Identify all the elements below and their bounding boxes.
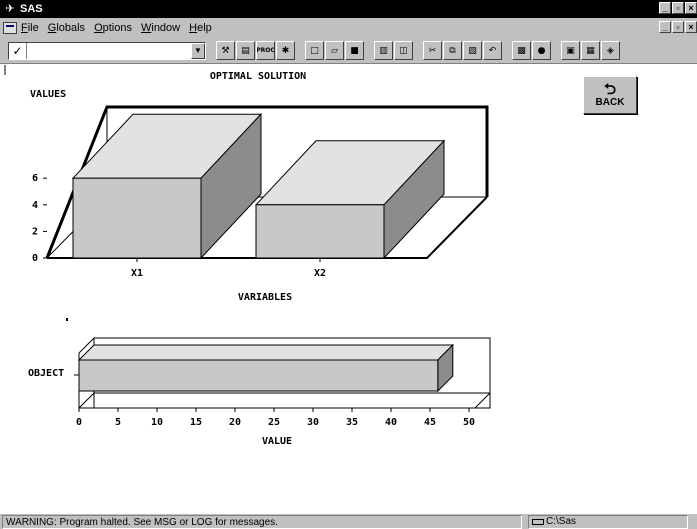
chart2-x-tick-label: 50	[463, 417, 475, 428]
chart2-x-ticks: 0 5 10 15 20 25 30 35 40 45 50	[76, 408, 475, 428]
chart1-title: OPTIMAL SOLUTION	[210, 71, 306, 82]
sas-logo-icon: ✈	[5, 3, 15, 15]
menu-file[interactable]: File	[21, 22, 39, 34]
new-icon[interactable]: □	[305, 41, 324, 60]
check-icon[interactable]: ✓	[9, 42, 27, 59]
chart1-y-tick-label: 4	[32, 200, 38, 211]
child-close-button[interactable]: ×	[685, 21, 697, 33]
status-path: C:\Sas	[546, 516, 577, 527]
chart2-x-tick-label: 0	[76, 417, 82, 428]
system-menu-icon[interactable]	[3, 22, 17, 34]
print-icon[interactable]: ▥	[374, 41, 393, 60]
menu-globals[interactable]: Globals	[48, 22, 85, 34]
menu-help[interactable]: Help	[189, 22, 212, 34]
menu-bar: File Globals Options Window Help _ ▫ ×	[0, 18, 697, 38]
chart2-bar	[78, 359, 439, 392]
chart2-x-tick-label: 20	[229, 417, 241, 428]
minimize-button[interactable]: _	[659, 2, 671, 14]
tool-b-icon[interactable]: ▤	[236, 41, 255, 60]
tool-f-icon[interactable]: ▦	[581, 41, 600, 60]
command-input[interactable]	[27, 43, 177, 58]
tool-d-icon[interactable]: ●	[532, 41, 551, 60]
chart2-bar-top	[77, 344, 455, 361]
chart-canvas: OPTIMAL SOLUTION VALUES VARIABLES 0 2 4 6 X…	[4, 65, 491, 447]
chart2-x-tick-label: 5	[115, 417, 121, 428]
chart2-x-tick-label: 35	[346, 417, 358, 428]
command-box: ✓ ▼	[8, 41, 206, 60]
toolbar-group-5: ▩ ●	[512, 41, 551, 60]
chart1-bars	[71, 112, 446, 260]
tool-a-icon[interactable]: ⚒	[216, 41, 235, 60]
back-button[interactable]: ⮌ BACK	[583, 76, 637, 114]
chart2-xlabel: VALUE	[262, 436, 292, 447]
child-restore-button[interactable]: ▫	[672, 21, 684, 33]
cut-icon[interactable]: ✂	[423, 41, 442, 60]
undo-icon[interactable]: ↶	[483, 41, 502, 60]
chart2-x-tick-label: 25	[268, 417, 280, 428]
window-controls: _ ▫ ×	[659, 2, 697, 14]
status-path-panel: C:\Sas	[528, 514, 688, 529]
back-button-label: BACK	[595, 97, 625, 108]
toolbar-group-4: ✂ ⧉ ▧ ↶	[423, 41, 502, 60]
chart1-xlabel: VARIABLES	[238, 292, 292, 303]
back-arrow-icon: ⮌	[603, 81, 616, 98]
toolbar-group-1: ⚒ ▤ PROC ✱	[216, 41, 295, 60]
status-bar: WARNING: Program halted. See MSG or LOG …	[0, 513, 697, 529]
chart2-x-tick-label: 15	[190, 417, 202, 428]
menu-options[interactable]: Options	[94, 22, 132, 34]
preview-icon[interactable]: ◫	[394, 41, 413, 60]
chart1-y-tick-label: 0	[32, 253, 38, 264]
chart2-ylabel: OBJECT	[28, 368, 64, 379]
copy-icon[interactable]: ⧉	[443, 41, 462, 60]
close-button[interactable]: ×	[685, 2, 697, 14]
chart2-bars	[77, 343, 455, 393]
chart2-x-tick-label: 40	[385, 417, 397, 428]
paste-icon[interactable]: ▧	[463, 41, 482, 60]
toolbar-group-2: □ ▱ ■	[305, 41, 364, 60]
menu-window[interactable]: Window	[141, 22, 180, 34]
chart1-x-tick-label: X1	[131, 268, 143, 279]
chart1-x-ticks: X1 X2	[131, 258, 326, 279]
chart2-x-tick-label: 45	[424, 417, 436, 428]
chart1-y-ticks: 0 2 4 6	[32, 173, 47, 264]
tool-c-icon[interactable]: ▩	[512, 41, 531, 60]
chart1-ylabel: VALUES	[30, 89, 66, 100]
save-icon[interactable]: ■	[345, 41, 364, 60]
child-window-controls: _ ▫ ×	[659, 21, 697, 33]
maximize-button[interactable]: ▫	[672, 2, 684, 14]
toolbar-group-3: ▥ ◫	[374, 41, 413, 60]
run-icon[interactable]: ✱	[276, 41, 295, 60]
proc-icon[interactable]: PROC	[256, 41, 275, 60]
drive-icon	[532, 518, 544, 525]
chart1-y-tick-label: 6	[32, 173, 38, 184]
command-dropdown-button[interactable]: ▼	[191, 42, 205, 59]
window-title: SAS	[20, 3, 43, 15]
open-icon[interactable]: ▱	[325, 41, 344, 60]
chart2-x-tick-label: 30	[307, 417, 319, 428]
tool-e-icon[interactable]: ▣	[561, 41, 580, 60]
status-message: WARNING: Program halted. See MSG or LOG …	[2, 514, 522, 529]
chart1-y-tick-label: 2	[32, 226, 38, 237]
chart1-bar	[255, 204, 385, 259]
child-minimize-button[interactable]: _	[659, 21, 671, 33]
chart2-x-tick-label: 10	[151, 417, 163, 428]
chart1-bar	[72, 177, 202, 259]
toolbar-group-6: ▣ ▦ ◈	[561, 41, 620, 60]
chart1-x-tick-label: X2	[314, 268, 326, 279]
tool-g-icon[interactable]: ◈	[601, 41, 620, 60]
title-bar: ✈ SAS _ ▫ ×	[0, 0, 697, 18]
toolbar: ✓ ▼ ⚒ ▤ PROC ✱ □ ▱ ■ ▥ ◫ ✂ ⧉ ▧ ↶ ▩ ● ▣ ▦…	[0, 38, 697, 64]
